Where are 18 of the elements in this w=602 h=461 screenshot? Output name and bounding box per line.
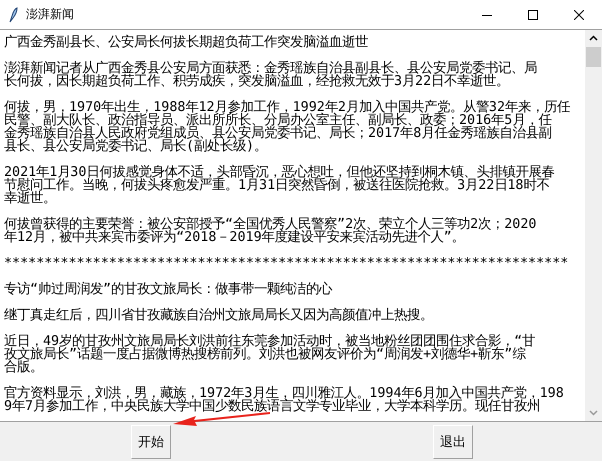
paragraph: 广西金秀副县长、公安局长何拔长期超负荷工作突发脑溢血逝世 — [4, 36, 369, 49]
scroll-thumb[interactable] — [586, 47, 601, 67]
window-title: 澎湃新闻 — [26, 6, 75, 23]
paragraph: ********************************************************************** — [4, 257, 570, 270]
paragraph: 澎湃新闻记者从广西金秀县公安局方面获悉：金秀瑶族自治县副县长、县公安局党委书记、局 长何拔，因长期超负荷工作、积劳成疾，突发脑溢血，经抢救无效于3月22日不幸逝世。 — [4, 62, 538, 88]
scrollbar[interactable] — [585, 30, 602, 421]
feather-icon — [9, 6, 18, 22]
paragraph: 何拔，男，1970年出生，1988年12月参加工作，1992年2月加入中国共产党。从警32年来，历任 民警、副大队长、政治指导员、派出所所长、分局办公室主任、副局长、政委；2016年5月，任 金秀瑶族自治县人民政府党组成员、县公安局党委书记、局长；2017年8月任金秀瑶族自治县副 县长、县公安局党委书记、局长(副处长级)。 — [4, 101, 572, 153]
paragraph: 官方资料显示，刘洪，男，藏族，1972年3月生，四川雅江人。1994年6月加入中国共产党，198 9年7月参加工作，中央民族大学中国少数民族语言文学专业毕业，大学本科学历。现任甘孜州 — [4, 387, 565, 413]
maximize-icon — [528, 10, 538, 20]
button[interactable]: 退出 — [433, 424, 473, 458]
paragraph: 近日，49岁的甘孜州文旅局局长刘洪前往东莞参加活动时，被当地粉丝团团围住求合影，“甘 孜文旅局长”话题一度占据微博热搜榜前列。刘洪也被网友评价为“周润发+刘德华+靳东”综 合版。 — [4, 335, 536, 374]
close-icon — [574, 10, 584, 20]
paragraph: 专访“帅过周润发”的甘孜文旅局长：做事带一颗纯洁的心 — [4, 283, 334, 296]
button[interactable]: 开始 — [131, 424, 171, 458]
paragraph: 2021年1月30日何拔感觉身体不适，头部昏沉，恶心想吐，但他还坚持到桐木镇、头排镇开展春 节慰问工作。当晚，何拔头疼愈发严重。1月31日突然昏倒，被送往医院抢救。3月22日18时不 幸逝世。 — [4, 166, 556, 205]
paragraph: 继丁真走红后，四川省甘孜藏族自治州文旅局局长又因为高颜值冲上热搜。 — [4, 309, 434, 322]
paragraph: 何拔曾获得的主要荣誉：被公安部授予“全国优秀人民警察”2次、荣立个人三等功2次；2020 年12月，被中共来宾市委评为“2018－2019年度建设平安来宾活动先进个人”。 — [4, 218, 538, 244]
